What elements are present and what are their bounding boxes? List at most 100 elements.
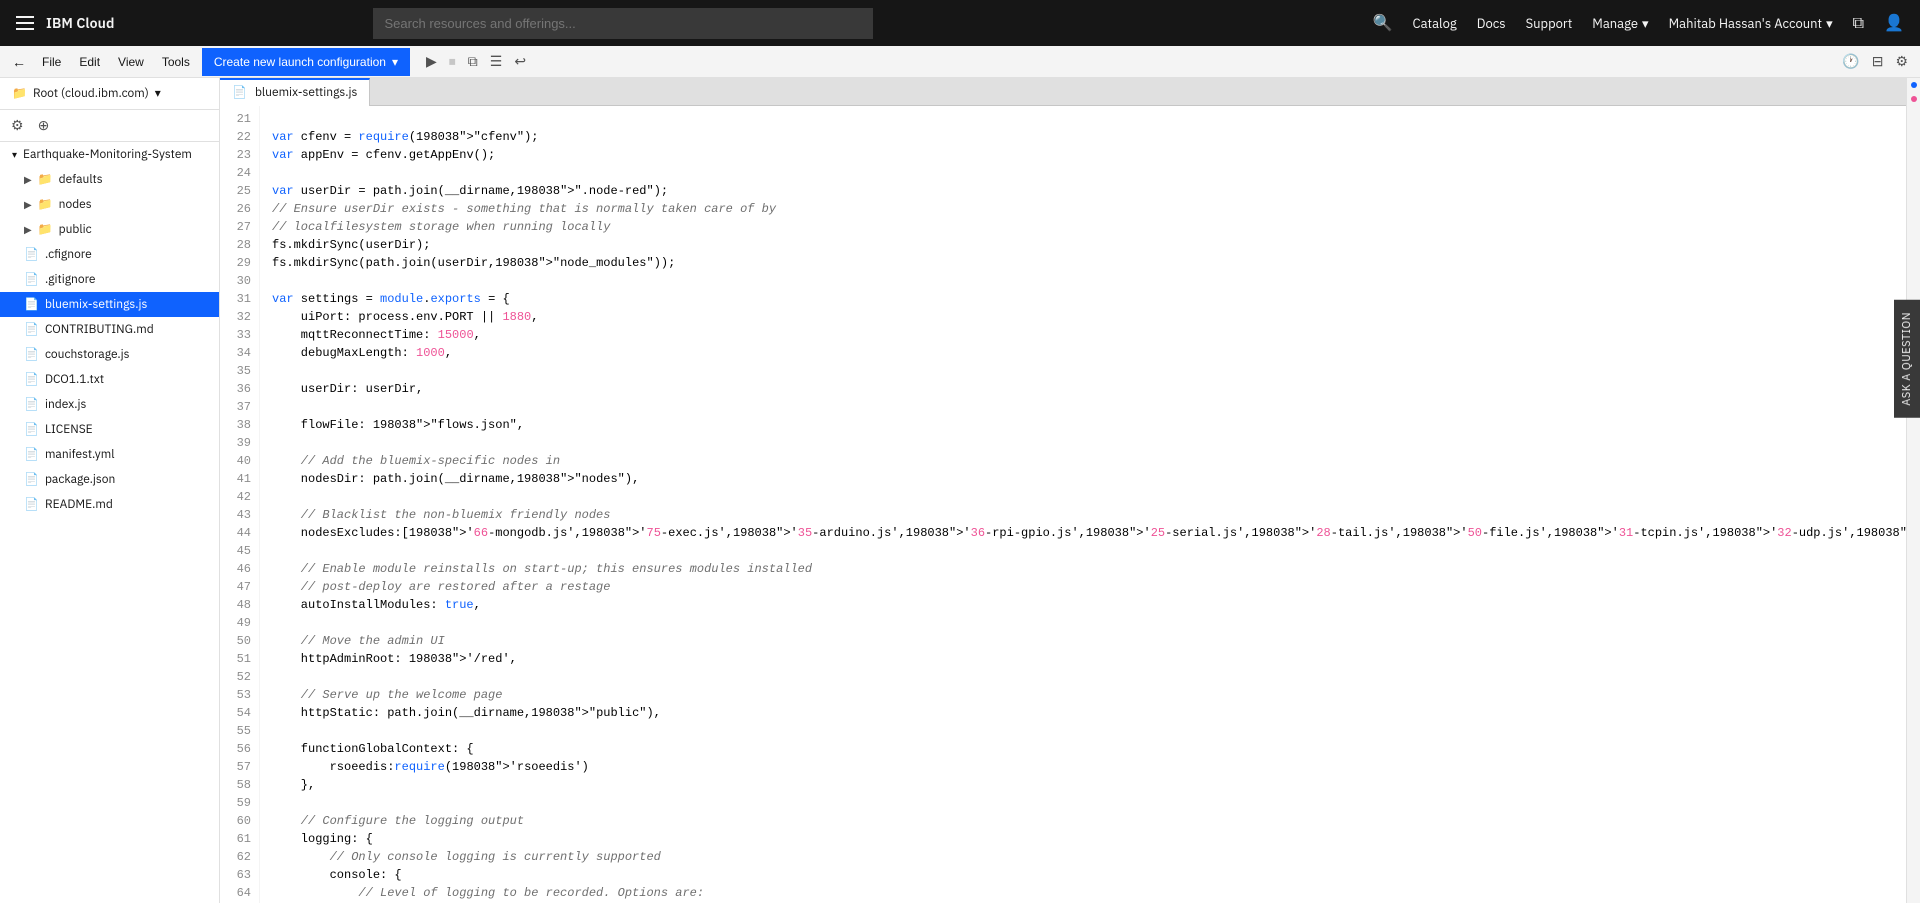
file-icon: 📄 [24,322,39,337]
file-icon: 📄 [24,297,39,312]
sidebar-item[interactable]: 📄couchstorage.js [0,342,219,367]
tools-menu[interactable]: Tools [154,51,198,73]
sidebar-item[interactable]: 📄DCO1.1.txt [0,367,219,392]
docs-link[interactable]: Docs [1477,15,1506,32]
editor-tab-bluemix[interactable]: 📄 bluemix-settings.js [220,78,370,106]
top-nav: IBM Cloud 🔍 Catalog Docs Support Manage … [0,0,1920,46]
code-line: // Level of logging to be recorded. Opti… [272,884,1906,902]
code-line: // Ensure userDir exists - something tha… [272,200,1906,218]
code-line: console: { [272,866,1906,884]
code-line: // localfilesystem storage when running … [272,218,1906,236]
code-line: }, [272,776,1906,794]
gutter-dot-2 [1911,96,1917,102]
code-line: var settings = module.exports = { [272,290,1906,308]
sidebar-item[interactable]: 📄manifest.yml [0,442,219,467]
sidebar-item-label: nodes [59,197,92,212]
code-line: logging: { [272,830,1906,848]
code-line: // Add the bluemix-specific nodes in [272,452,1906,470]
sidebar-item-label: public [59,222,92,237]
main-content: 📁 Root (cloud.ibm.com) ▾ ⚙ ⊕ ▾ Earthquak… [0,78,1920,903]
file-icon: 📄 [24,422,39,437]
sidebar-item[interactable]: 📄index.js [0,392,219,417]
file-icon: 📄 [24,397,39,412]
manage-chevron-icon: ▾ [1642,15,1649,32]
clock-icon-btn[interactable]: 🕐 [1838,49,1863,74]
launch-config-button[interactable]: Create new launch configuration ▾ [202,48,410,76]
code-line: flowFile: 198038">"flows.json", [272,416,1906,434]
file-icon: 📄 [24,447,39,462]
sidebar-icon-btn-2[interactable]: ⊕ [35,114,53,137]
code-line [272,434,1906,452]
stop-button[interactable]: ⏹ [445,49,460,74]
sidebar-root-label: Root (cloud.ibm.com) [33,86,149,101]
external-icon-btn[interactable]: ⧉ [464,49,482,74]
code-line: userDir: userDir, [272,380,1906,398]
menu-items: File Edit View Tools [34,51,198,73]
file-menu[interactable]: File [34,51,69,73]
nav-right: 🔍 Catalog Docs Support Manage ▾ Mahitab … [1373,13,1904,33]
sidebar-item[interactable]: 📄 .cfignore [0,242,219,267]
catalog-link[interactable]: Catalog [1413,15,1457,32]
search-icon[interactable]: 🔍 [1373,13,1393,33]
code-line: fs.mkdirSync(path.join(userDir,198038">"… [272,254,1906,272]
code-line: nodesDir: path.join(__dirname,198038">"n… [272,470,1906,488]
sidebar-item[interactable]: 📄.gitignore [0,267,219,292]
folder-icon: 📁 [38,172,53,187]
folder-chevron-icon: ▶ [24,173,32,186]
account-chevron-icon: ▾ [1826,15,1833,32]
sidebar-item-label: .gitignore [45,272,96,287]
sidebar-root[interactable]: 📁 Root (cloud.ibm.com) ▾ [0,78,219,110]
sidebar-item[interactable]: ▶ 📁 defaults [0,167,219,192]
sidebar-item-label: LICENSE [45,422,93,437]
code-line: var appEnv = cfenv.getAppEnv(); [272,146,1906,164]
view-menu[interactable]: View [110,51,152,73]
code-line: // Enable module reinstalls on start-up;… [272,560,1906,578]
editor-area: 📄 bluemix-settings.js 212223242526272829… [220,78,1906,903]
settings-icon-btn[interactable]: ⚙ [1891,49,1912,74]
toolbar: ← File Edit View Tools Create new launch… [0,46,1920,78]
back-button[interactable]: ← [8,50,30,74]
folder-icon: 📁 [38,197,53,212]
launch-config-chevron-icon: ▾ [392,55,398,69]
run-button[interactable]: ▶ [422,49,441,74]
sidebar-item[interactable]: 📄package.json [0,467,219,492]
code-content[interactable]: var cfenv = require(198038">"cfenv");var… [260,106,1906,903]
sidebar-item[interactable]: 📄 CONTRIBUTING.md [0,317,219,342]
sidebar-item-label: defaults [59,172,103,187]
sidebar-item-label: CONTRIBUTING.md [45,322,154,337]
sidebar-icon-btn-1[interactable]: ⚙ [8,114,27,137]
sidebar-item[interactable]: ▶📁public [0,217,219,242]
sidebar-item[interactable]: 📄README.md [0,492,219,517]
code-line: // Move the admin UI [272,632,1906,650]
toolbar-actions: ▶ ⏹ ⧉ ☰ ↩ [422,49,530,74]
list-icon-btn[interactable]: ☰ [486,49,507,74]
user-icon[interactable]: 👤 [1884,13,1904,33]
sidebar-item-label: package.json [45,472,115,487]
file-icon: 📄 [24,247,39,262]
launch-config-label: Create new launch configuration [214,55,386,69]
sidebar-item[interactable]: ▶📁nodes [0,192,219,217]
code-line: fs.mkdirSync(userDir); [272,236,1906,254]
file-icon: 📄 [24,372,39,387]
support-link[interactable]: Support [1526,15,1573,32]
code-line: // Only console logging is currently sup… [272,848,1906,866]
sidebar-item-label: .cfignore [45,247,92,262]
ask-question-tab[interactable]: ASK A QUESTION [1894,300,1920,418]
account-link[interactable]: Mahitab Hassan's Account ▾ [1669,15,1833,32]
search-input[interactable] [373,8,873,39]
undo-button[interactable]: ↩ [510,49,530,74]
code-line: debugMaxLength: 1000, [272,344,1906,362]
hamburger-menu[interactable] [16,16,34,30]
sidebar-item[interactable]: 📄 LICENSE [0,417,219,442]
code-line [272,542,1906,560]
project-root[interactable]: ▾ Earthquake-Monitoring-System [0,142,219,167]
sidebar-item[interactable]: 📄bluemix-settings.js [0,292,219,317]
split-icon-btn[interactable]: ⊟ [1868,49,1888,74]
external-link-icon[interactable]: ⧉ [1853,13,1864,33]
edit-menu[interactable]: Edit [71,51,108,73]
sidebar-root-chevron: ▾ [155,86,161,101]
sidebar: 📁 Root (cloud.ibm.com) ▾ ⚙ ⊕ ▾ Earthquak… [0,78,220,903]
tab-label: bluemix-settings.js [255,85,357,100]
manage-link[interactable]: Manage ▾ [1592,15,1648,32]
code-line [272,794,1906,812]
